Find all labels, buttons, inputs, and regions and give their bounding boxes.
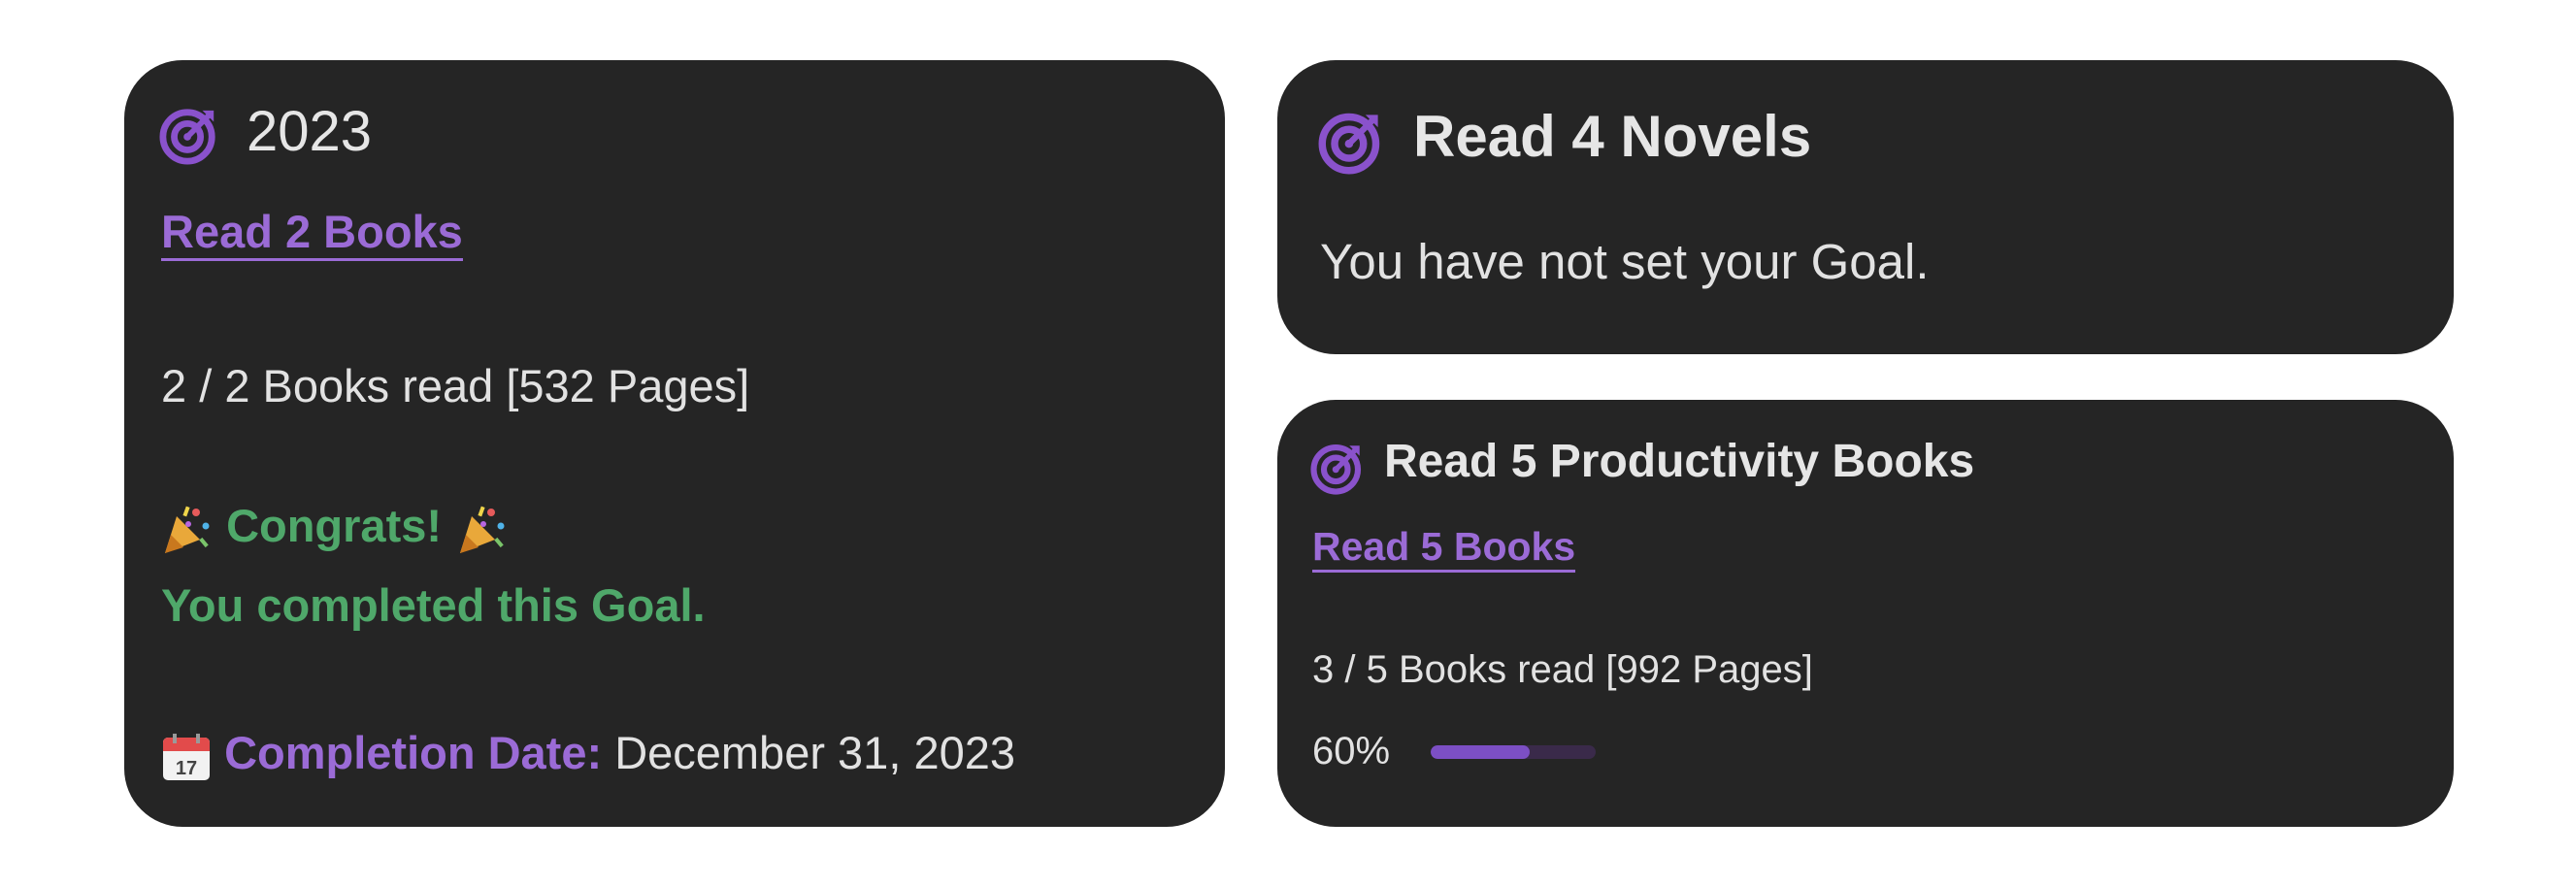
- goal-link[interactable]: Read 2 Books: [161, 206, 463, 262]
- goal-title: Read 4 Novels: [1413, 104, 1812, 169]
- books-read-count: 2 / 2 Books read [532 Pages]: [161, 360, 750, 411]
- target-icon: [1310, 441, 1365, 495]
- svg-text:17: 17: [176, 758, 197, 779]
- completion-date-label: Completion Date:: [224, 727, 603, 778]
- goal-card-productivity: Read 5 Productivity Books Read 5 Books 3…: [1277, 400, 2454, 827]
- congrats-text: Congrats!: [226, 500, 443, 551]
- books-read-count: 3 / 5 Books read [992 Pages]: [1312, 648, 1813, 691]
- party-popper-icon: [454, 503, 509, 557]
- completed-message: You completed this Goal.: [161, 579, 706, 631]
- progress-bar-fill: [1431, 745, 1530, 759]
- progress-bar: [1431, 745, 1596, 759]
- target-icon: [1318, 109, 1384, 175]
- goal-card-2023: 2023 Read 2 Books 2 / 2 Books read [532 …: [124, 60, 1225, 827]
- target-icon: [159, 105, 219, 165]
- goal-title: Read 5 Productivity Books: [1384, 436, 1975, 487]
- party-popper-icon: [159, 503, 214, 557]
- goal-not-set-message: You have not set your Goal.: [1320, 234, 1930, 289]
- goal-card-novels: Read 4 Novels You have not set your Goal…: [1277, 60, 2454, 354]
- completion-date-value: December 31, 2023: [614, 727, 1015, 778]
- progress-percent: 60%: [1312, 730, 1391, 772]
- goal-link[interactable]: Read 5 Books: [1312, 524, 1576, 574]
- completion-date-line: 17 Completion Date: December 31, 2023: [161, 726, 1015, 782]
- congrats-line: Congrats!: [159, 499, 509, 557]
- goal-title: 2023: [247, 100, 373, 163]
- calendar-icon: 17: [161, 732, 212, 782]
